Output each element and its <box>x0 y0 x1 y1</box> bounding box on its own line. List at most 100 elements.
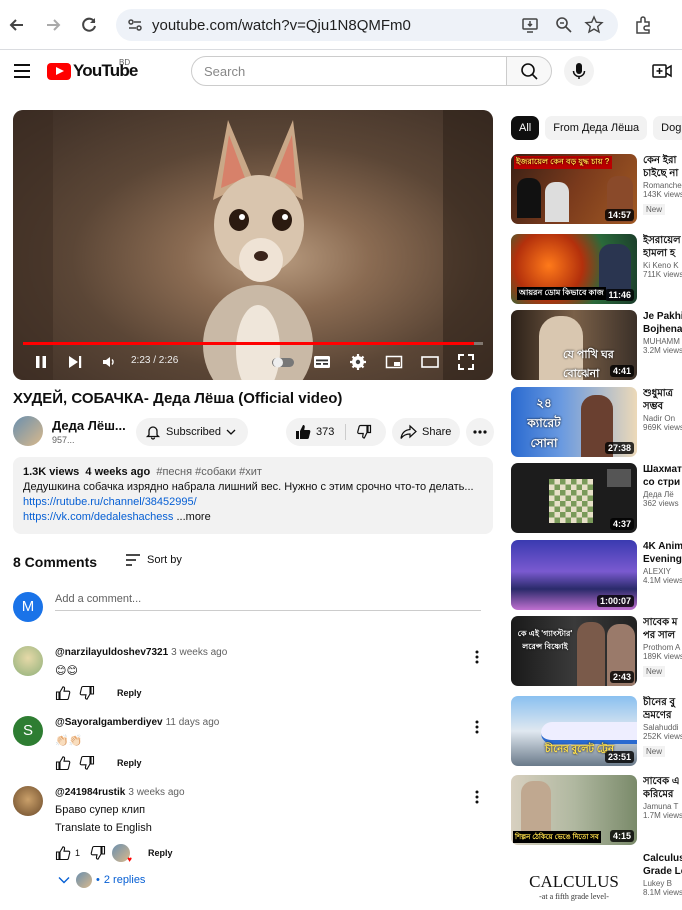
video-thumbnail[interactable]: 1:00:07 <box>511 540 637 610</box>
thumbs-up-icon <box>296 425 311 439</box>
thumbs-down-icon[interactable] <box>79 685 95 701</box>
back-icon[interactable] <box>6 14 28 36</box>
next-video-icon[interactable] <box>67 352 83 372</box>
comment-menu-icon[interactable] <box>475 720 479 734</box>
recommendation-item[interactable]: CALCULUS -at a fifth grade level- Calcul… <box>511 852 682 910</box>
reply-button[interactable]: Reply <box>117 688 142 698</box>
autoplay-toggle[interactable] <box>271 352 297 372</box>
channel-name[interactable]: Деда Лёш... <box>52 418 126 433</box>
video-description[interactable]: 1.3K views 4 weeks ago #песня #собаки #х… <box>13 457 493 534</box>
video-info[interactable]: ইসরায়েল হামলা হ Ki Keno K 711K views <box>643 234 682 279</box>
thumbs-down-icon[interactable] <box>79 755 95 771</box>
channel-avatar[interactable] <box>13 416 43 446</box>
hashtags[interactable]: #песня #собаки #хит <box>156 466 262 478</box>
vk-link[interactable]: https://vk.com/dedaleshachess <box>23 511 173 523</box>
voice-search-icon[interactable] <box>564 56 594 86</box>
reload-icon[interactable] <box>78 14 100 36</box>
thumbs-up-icon[interactable] <box>55 685 71 701</box>
progress-bar[interactable] <box>23 342 483 345</box>
video-info[interactable]: সাবেক ম পর সাল Prothom A 189K views New <box>643 616 682 679</box>
pause-icon[interactable] <box>33 352 49 372</box>
comment-author[interactable]: @Sayoralgamberdiyev 11 days ago <box>55 717 219 728</box>
extensions-icon[interactable] <box>632 14 654 36</box>
search-button[interactable] <box>506 56 552 86</box>
video-thumbnail[interactable]: ২৪ ক্যারেট সোনা 27:38 <box>511 387 637 457</box>
thumbs-up-icon[interactable] <box>55 845 71 861</box>
show-more-link[interactable]: ...more <box>176 511 210 523</box>
share-button[interactable]: Share <box>392 418 460 446</box>
rutube-link[interactable]: https://rutube.ru/channel/38452995/ <box>23 496 197 508</box>
volume-icon[interactable] <box>101 352 117 372</box>
more-actions-button[interactable] <box>466 418 494 446</box>
chevron-down-icon <box>58 877 70 884</box>
reply-button[interactable]: Reply <box>148 848 173 858</box>
video-info[interactable]: শুধুমাত্র সম্ভব Nadir On 969K views <box>643 387 682 432</box>
recommendation-item[interactable]: চীনের বুলেট ট্রেন 23:51 চীনের বু ভ্রমণের… <box>511 696 682 766</box>
video-info[interactable]: কেন ইরা চাইছে না Romanche 143K views New <box>643 154 682 217</box>
video-info[interactable]: Calculus Grade Le Lukey B 8.1M views <box>643 852 682 897</box>
recommendation-item[interactable]: 4:37 Шахмат со стри Деда Лё 362 views <box>511 463 682 533</box>
chip-all[interactable]: All <box>511 116 540 140</box>
install-app-icon[interactable] <box>520 15 540 35</box>
video-info[interactable]: Шахмат со стри Деда Лё 362 views <box>643 463 682 508</box>
reply-button[interactable]: Reply <box>117 758 142 768</box>
youtube-logo[interactable]: YouTube BD <box>47 58 138 80</box>
video-player[interactable]: 2:23 / 2:26 <box>13 110 493 380</box>
view-replies-button[interactable]: • 2 replies <box>58 872 145 888</box>
recommendation-item[interactable]: কে এই 'গ্যাংস্টার' লরেন্স বিষ্ণোই 2:43 স… <box>511 616 682 686</box>
comment-menu-icon[interactable] <box>475 650 479 664</box>
address-bar[interactable]: youtube.com/watch?v=Qju1N8QMFm0 <box>116 9 618 41</box>
video-info[interactable]: Je Pakhi Bojhena MUHAMM 3.2M views <box>643 310 682 355</box>
commenter-avatar[interactable]: S <box>13 716 43 746</box>
video-thumbnail[interactable]: যে পাখি ঘর বোঝেনা 4:41 <box>511 310 637 380</box>
thumbs-down-icon[interactable] <box>90 845 106 861</box>
fullscreen-icon[interactable] <box>457 352 475 372</box>
recommendation-item[interactable]: যে পাখি ঘর বোঝেনা 4:41 Je Pakhi Bojhena … <box>511 310 682 380</box>
commenter-avatar[interactable] <box>13 786 43 816</box>
comment-text: Браво супер клип <box>55 804 146 816</box>
settings-gear-icon[interactable] <box>349 352 367 372</box>
video-info[interactable]: 4K Anim Evening ALEXIY 4.1M views <box>643 540 682 585</box>
video-thumbnail[interactable]: চীনের বুলেট ট্রেন 23:51 <box>511 696 637 766</box>
menu-icon[interactable] <box>14 64 30 78</box>
theater-mode-icon[interactable] <box>421 352 439 372</box>
comment-author[interactable]: @narzilayuldoshev7321 3 weeks ago <box>55 647 227 658</box>
add-comment-input[interactable]: Add a comment... <box>55 593 481 611</box>
recommendation-item[interactable]: শিল্পন ঠেকিয়ে ভেঙে দিতো সব 4:15 সাবেক এ… <box>511 775 682 845</box>
video-duration: 1:00:07 <box>596 595 634 607</box>
bookmark-star-icon[interactable] <box>584 15 604 35</box>
subtitles-icon[interactable] <box>313 352 331 372</box>
recommendation-item[interactable]: ২৪ ক্যারেট সোনা 27:38 শুধুমাত্র সম্ভব Na… <box>511 387 682 457</box>
site-settings-icon[interactable] <box>126 16 144 34</box>
thumbnail-figure <box>521 781 551 831</box>
video-thumbnail[interactable]: কে এই 'গ্যাংস্টার' লরেন্স বিষ্ণোই 2:43 <box>511 616 637 686</box>
chip-dog[interactable]: Dog <box>653 116 682 140</box>
create-video-icon[interactable] <box>652 62 672 80</box>
chip-from-channel[interactable]: From Деда Лёша <box>545 116 648 140</box>
thumbs-up-icon[interactable] <box>55 755 71 771</box>
recommendation-item[interactable]: 1:00:07 4K Anim Evening ALEXIY 4.1M view… <box>511 540 682 610</box>
zoom-icon[interactable] <box>554 15 574 35</box>
chessboard-graphic <box>549 479 593 523</box>
sort-by-button[interactable]: Sort by <box>125 553 182 567</box>
video-thumbnail[interactable]: আয়রন ডোম কিভাবে কাজ 11:46 <box>511 234 637 304</box>
recommendation-item[interactable]: ইজরায়েল কেন বড় যুদ্ধ চায় ? 14:57 কেন … <box>511 154 682 224</box>
video-thumbnail[interactable]: শিল্পন ঠেকিয়ে ভেঙে দিতো সব 4:15 <box>511 775 637 845</box>
recommendation-item[interactable]: আয়রন ডোম কিভাবে কাজ 11:46 ইসরায়েল হামল… <box>511 234 682 304</box>
forward-icon[interactable] <box>42 14 64 36</box>
video-thumbnail[interactable]: ইজরায়েল কেন বড় যুদ্ধ চায় ? 14:57 <box>511 154 637 224</box>
comment-author[interactable]: @241984rustik 3 weeks ago <box>55 787 185 798</box>
dislike-button[interactable] <box>348 418 384 446</box>
video-thumbnail[interactable]: 4:37 <box>511 463 637 533</box>
video-thumbnail[interactable]: CALCULUS -at a fifth grade level- <box>511 852 637 910</box>
video-info[interactable]: চীনের বু ভ্রমণের Salahuddi 252K views Ne… <box>643 696 682 759</box>
miniplayer-icon[interactable] <box>385 352 403 372</box>
comment-menu-icon[interactable] <box>475 790 479 804</box>
like-button[interactable]: 373 <box>286 418 344 446</box>
search-input[interactable]: Search <box>191 56 507 86</box>
subscribed-button[interactable]: Subscribed <box>136 418 248 446</box>
translate-link[interactable]: Translate to English <box>55 822 152 834</box>
video-duration: 2:43 <box>609 671 634 683</box>
commenter-avatar[interactable] <box>13 646 43 676</box>
video-info[interactable]: সাবেক এ করিমের Jamuna T 1.7M views <box>643 775 682 820</box>
